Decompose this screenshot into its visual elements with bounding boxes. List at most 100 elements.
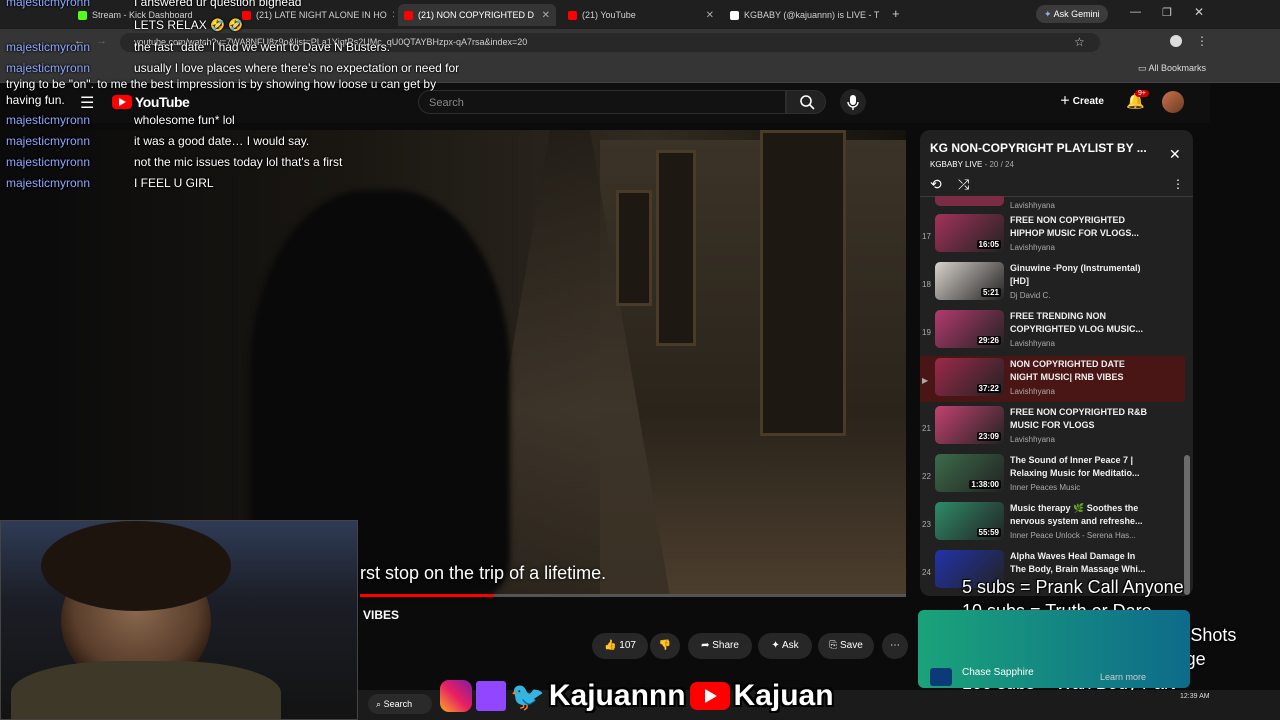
loop-icon[interactable]: ⟲ (930, 176, 942, 193)
playlist-item-channel: Lavishhyana (1010, 201, 1055, 210)
hamburger-menu-icon[interactable]: ☰ (80, 93, 94, 113)
create-label: Create (1072, 96, 1104, 107)
chat-message: majesticmyronn not the mic issues today l… (6, 155, 342, 169)
twitch-icon (476, 681, 506, 711)
playlist-item[interactable]: 22 1:38:00 The Sound of Inner Peace 7 | Re… (920, 452, 1185, 498)
chat-text: usually I love places where there's no e… (134, 61, 460, 75)
more-actions-button[interactable]: ⋯ (882, 633, 908, 659)
playlist-position: - 20 / 24 (984, 160, 1014, 169)
youtube-logo[interactable]: YouTube (112, 94, 190, 110)
playlist-menu-icon[interactable]: ⋮ (1172, 177, 1184, 191)
save-button[interactable]: ⎘ Save (818, 633, 874, 659)
playlist-item-index: 23 (922, 520, 931, 529)
youtube-play-icon (112, 95, 132, 109)
chat-message: majesticmyronn it was a good date… I woul… (6, 134, 309, 148)
like-button[interactable]: 👍 107 (592, 633, 648, 659)
taskbar-search-label: Search (383, 699, 413, 709)
tiktok-icon (730, 10, 739, 20)
microphone-icon (847, 95, 859, 110)
chat-username: majesticmyronn (6, 113, 91, 127)
plus-icon: ＋ (1060, 96, 1070, 107)
social-brand-bar: 🐦 Kajuannn Kajuan (440, 676, 834, 716)
chat-username: majesticmyronn (6, 40, 91, 54)
thumbnail[interactable]: 16:05 (935, 214, 1004, 252)
bookmark-icon: ⎘ (829, 640, 838, 651)
playlist-owner[interactable]: KGBABY LIVE (930, 160, 982, 169)
playlist-title[interactable]: KG NON-COPYRIGHT PLAYLIST BY ... (930, 141, 1160, 155)
minimize-icon[interactable]: — (1130, 6, 1141, 18)
playlist-item[interactable]: 19 29:26 FREE TRENDING NON COPYRIGHTED VLO… (920, 308, 1185, 354)
playlist-item[interactable]: 17 16:05 FREE NON COPYRIGHTED HIPHOP MUSIC… (920, 212, 1185, 258)
close-icon[interactable]: ✕ (1169, 146, 1181, 163)
youtube-logo-text: YouTube (135, 94, 190, 110)
youtube-icon (242, 10, 251, 20)
streamer-jacket (11, 661, 281, 719)
playlist-item[interactable]: ▶ 37:22 NON COPYRIGHTED DATE NIGHT MUSIC| … (920, 356, 1185, 402)
voice-search-button[interactable] (840, 89, 866, 115)
video-title: VIBES (363, 608, 400, 622)
bookmark-star-icon[interactable]: ☆ (1074, 35, 1085, 49)
search-input[interactable]: Search (418, 90, 786, 114)
search-button[interactable] (786, 90, 826, 114)
ask-gemini-button[interactable]: ✦ Ask Gemini (1036, 5, 1108, 23)
taskbar-search[interactable]: ⌕ Search (368, 694, 432, 714)
chat-message: having fun. (6, 93, 65, 107)
maximize-icon[interactable]: ❐ (1162, 6, 1172, 19)
sub-goal: 5 subs = Prank Call Anyone (962, 577, 1184, 597)
chat-text: not the mic issues today lol that's a fi… (134, 155, 343, 169)
ad-banner[interactable] (918, 610, 1190, 688)
thumbnail[interactable]: 23:09 (935, 406, 1004, 444)
thumbnail[interactable]: 1:38:00 (935, 454, 1004, 492)
chat-text: trying to be "on". to me the best impres… (6, 77, 437, 91)
webcam-feed (0, 520, 358, 720)
tab-tiktok-live[interactable]: KGBABY (@kajuannn) is LIVE - T ✕ (724, 4, 884, 26)
share-button[interactable]: ➦ Share (688, 633, 752, 659)
playlist-item-channel: Dj David C. (1010, 291, 1051, 300)
playlist-item-index: 22 (922, 472, 931, 481)
duration-badge: 55:59 (976, 528, 1001, 537)
playlist-item-channel: Inner Peaces Music (1010, 483, 1081, 492)
instagram-icon (440, 680, 472, 712)
video-scene-frame (760, 130, 846, 436)
chat-username: majesticmyronn (6, 176, 91, 190)
chat-text: it was a good date… I would say. (134, 134, 310, 148)
duration-badge: 5:21 (980, 288, 1001, 297)
thumbnail[interactable]: 55:59 (935, 502, 1004, 540)
playlist-item[interactable]: 21 23:09 FREE NON COPYRIGHTED R&B MUSIC FO… (920, 404, 1185, 450)
thumbnail[interactable]: 5:21 (935, 262, 1004, 300)
thumbnail[interactable] (935, 196, 1004, 206)
chat-message: majesticmyronn usually I love places wher… (6, 61, 459, 75)
playlist-item-title: FREE NON COPYRIGHTED HIPHOP MUSIC FOR VL… (1010, 215, 1139, 238)
playlist-item-channel: Lavishhyana (1010, 339, 1055, 348)
sparkle-icon: ✦ (771, 640, 780, 651)
ad-cta[interactable]: Learn more (1100, 672, 1146, 682)
playlist-item[interactable]: 18 5:21 Ginuwine -Pony (Instrumental) [HD]… (920, 260, 1185, 306)
ask-label: Ask (781, 640, 799, 651)
tab-youtube[interactable]: (21) YouTube ✕ (562, 4, 720, 26)
tab-title: (21) LATE NIGHT ALONE IN HO (256, 10, 387, 20)
playlist-item-index: 19 (922, 328, 931, 337)
create-button[interactable]: ＋ Create (1054, 90, 1110, 114)
youtube-logo-icon (689, 682, 730, 710)
chat-username: majesticmyronn (6, 61, 91, 75)
close-icon[interactable]: ✕ (542, 10, 550, 21)
folder-icon: ▭ (1138, 63, 1147, 73)
tab-non-copyrighted[interactable]: (21) NON COPYRIGHTED D ✕ (398, 4, 556, 26)
dislike-button[interactable]: 👎 (650, 633, 680, 659)
profile-icon[interactable] (1170, 35, 1182, 47)
new-tab-icon[interactable]: + (892, 6, 900, 21)
account-avatar[interactable] (1162, 91, 1184, 113)
shuffle-icon[interactable]: ⤮ (958, 176, 969, 193)
menu-kebab-icon[interactable]: ⋮ (1196, 34, 1208, 48)
more-horizontal-icon: ⋯ (890, 640, 900, 651)
all-bookmarks[interactable]: ▭ All Bookmarks (1138, 63, 1206, 74)
ask-button[interactable]: ✦ Ask (758, 633, 812, 659)
close-icon[interactable]: ✕ (392, 10, 394, 21)
playlist-item[interactable]: 23 55:59 Music therapy 🌿 Soothes the nervo… (920, 500, 1185, 546)
window-close-icon[interactable]: ✕ (1194, 5, 1204, 19)
tab-title: (21) YouTube (582, 10, 636, 20)
video-progress-fill (360, 594, 494, 597)
thumbnail[interactable]: 37:22 (935, 358, 1004, 396)
thumbnail[interactable]: 29:26 (935, 310, 1004, 348)
close-icon[interactable]: ✕ (706, 10, 714, 21)
